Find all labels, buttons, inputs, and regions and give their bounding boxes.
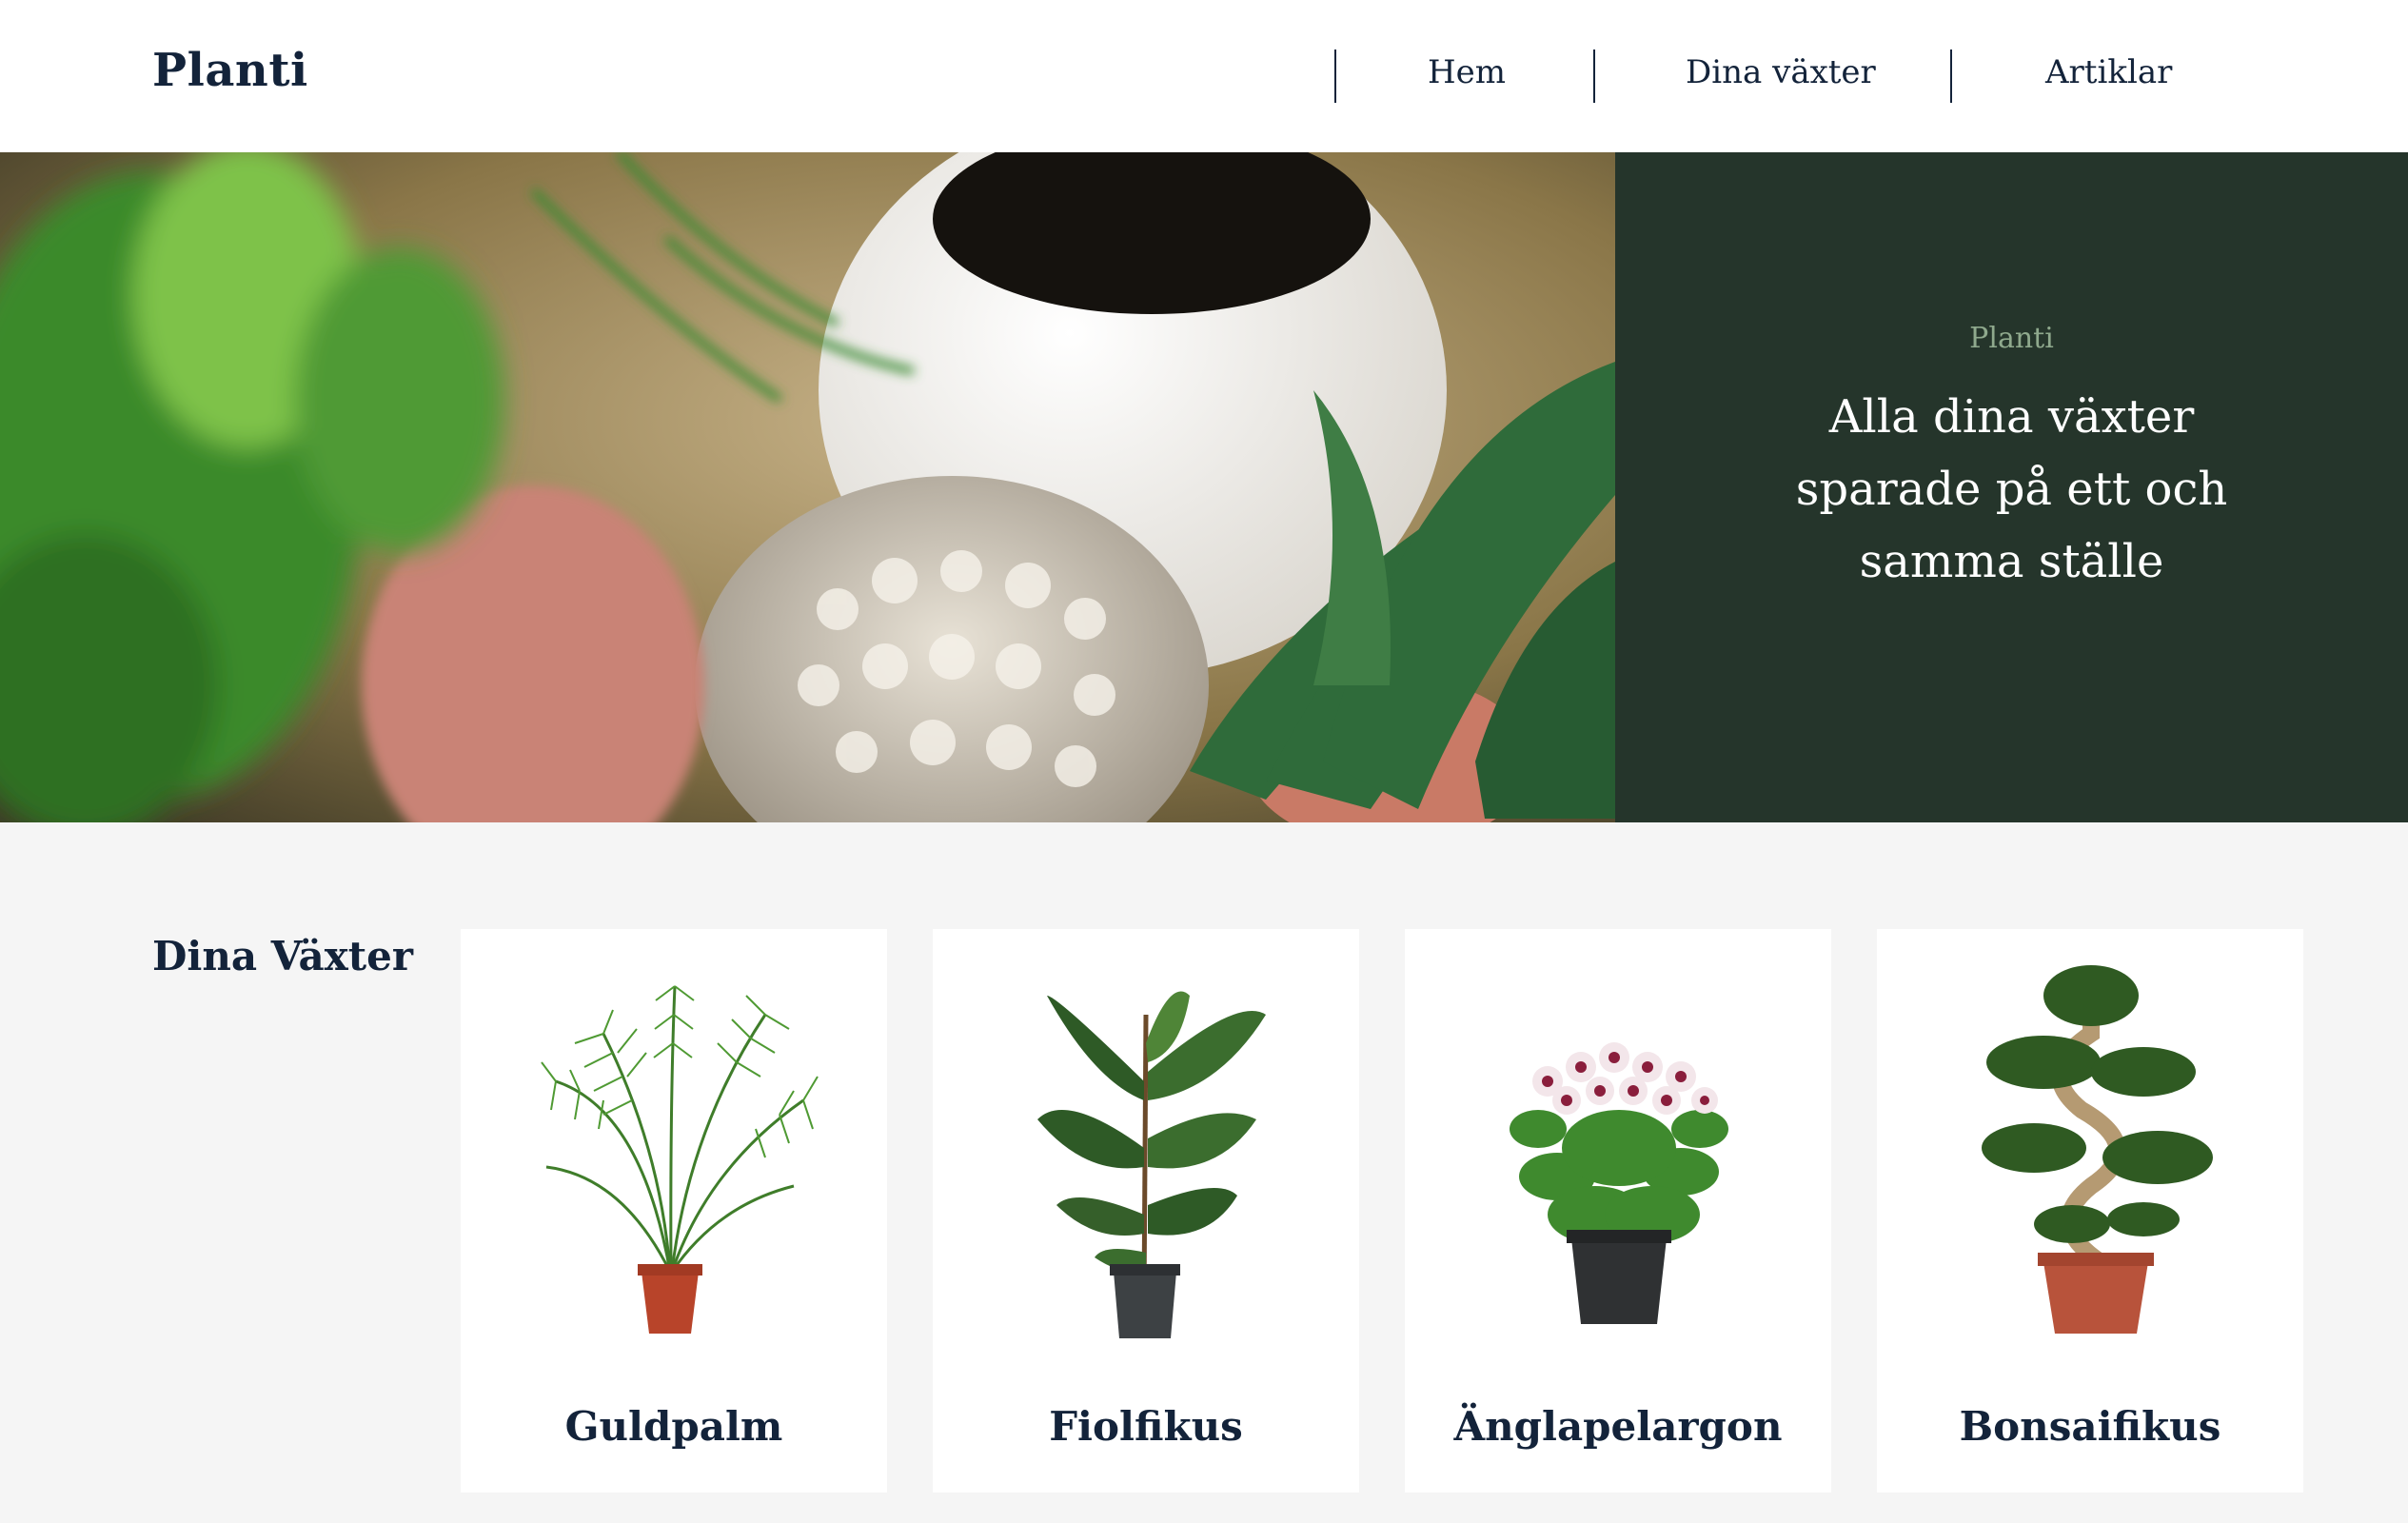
- plants-section-title: Dina Växter: [152, 933, 413, 979]
- site-header: Planti Hem Dina växter Artiklar: [0, 0, 2408, 152]
- nav-divider: [1950, 49, 1952, 103]
- hero-heading: Alla dina växter sparade på ett och samm…: [1795, 390, 2228, 588]
- nav-item-artiklar[interactable]: Artiklar: [2045, 53, 2172, 91]
- palm-plant-icon: [541, 985, 819, 1334]
- hero-panel: Planti Alla dina växter sparade på ett o…: [1615, 152, 2408, 822]
- hero-kicker: Planti: [1969, 322, 2054, 355]
- plant-name: Fiolfikus: [1049, 1403, 1243, 1450]
- plant-card-bonsaifikus[interactable]: Bonsaifikus: [1877, 929, 2303, 1493]
- bonsai-plant-icon: [1982, 965, 2213, 1334]
- nav-divider: [1334, 49, 1336, 103]
- hero-section: Planti Alla dina växter sparade på ett o…: [0, 152, 2408, 822]
- nav-divider: [1593, 49, 1595, 103]
- hero-plants-illustration: [0, 152, 1615, 822]
- plant-card-guldpalm[interactable]: Guldpalm: [461, 929, 887, 1493]
- plant-name: Änglapelargon: [1453, 1403, 1783, 1450]
- plant-name: Bonsaifikus: [1959, 1403, 2221, 1450]
- hero-image: [0, 152, 1615, 822]
- plant-card-fiolfikus[interactable]: Fiolfikus: [933, 929, 1359, 1493]
- nav-item-hem[interactable]: Hem: [1428, 53, 1506, 91]
- fig-plant-icon: [1037, 991, 1266, 1338]
- flower-plant-icon: [1510, 1042, 1728, 1324]
- nav-item-dina-vaxter[interactable]: Dina växter: [1686, 53, 1876, 91]
- site-logo[interactable]: Planti: [152, 44, 308, 97]
- plant-card-anglapelargon[interactable]: Änglapelargon: [1405, 929, 1831, 1493]
- plant-name: Guldpalm: [564, 1403, 783, 1450]
